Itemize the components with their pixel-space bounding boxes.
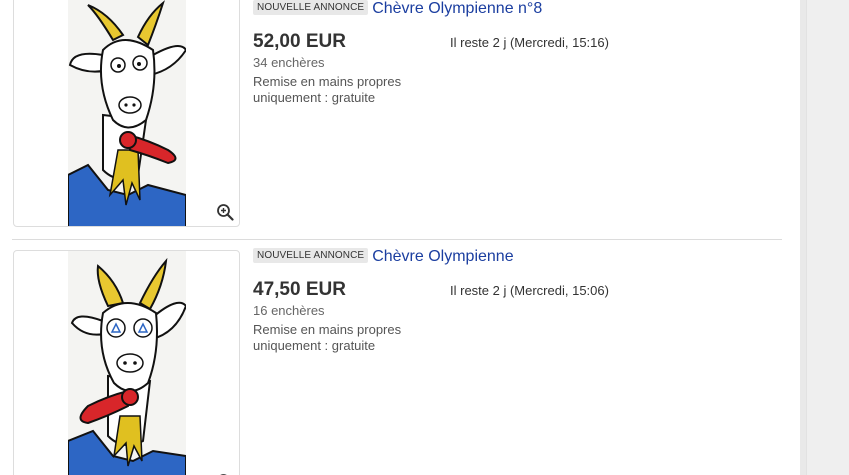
- pickup-line-2: uniquement : gratuite: [253, 90, 376, 105]
- listing-price: 52,00 EUR: [253, 31, 346, 52]
- pickup-info: Remise en mains propres uniquement : gra…: [253, 74, 443, 106]
- listing-title-row: NOUVELLE ANNONCE Chèvre Olympienne: [253, 248, 514, 266]
- listing-price: 47,50 EUR: [253, 279, 346, 300]
- listing-title-row: NOUVELLE ANNONCE Chèvre Olympienne n°8: [253, 0, 542, 18]
- scroll-area[interactable]: [806, 0, 849, 475]
- time-left: Il reste 2 j (Mercredi, 15:16): [450, 35, 609, 50]
- listing-item: NOUVELLE ANNONCE Chèvre Olympienne 47,50 …: [0, 248, 790, 475]
- page-side-gutter: [800, 0, 849, 475]
- new-listing-badge: NOUVELLE ANNONCE: [253, 248, 369, 263]
- zoom-in-icon[interactable]: [216, 203, 234, 221]
- listing-title-link[interactable]: Chèvre Olympienne n°8: [372, 0, 542, 18]
- goat-drawing-image: [68, 251, 186, 475]
- bid-count: 34 enchères: [253, 55, 325, 70]
- pickup-info: Remise en mains propres uniquement : gra…: [253, 322, 443, 354]
- listing-item: NOUVELLE ANNONCE Chèvre Olympienne n°8 52…: [0, 0, 790, 240]
- listing-thumbnail[interactable]: [13, 0, 240, 227]
- bid-count: 16 enchères: [253, 303, 325, 318]
- new-listing-badge: NOUVELLE ANNONCE: [253, 0, 369, 15]
- goat-drawing-image: [68, 0, 186, 226]
- listing-title-link[interactable]: Chèvre Olympienne: [372, 248, 513, 266]
- listing-thumbnail[interactable]: [13, 250, 240, 475]
- pickup-line-1: Remise en mains propres: [253, 322, 402, 337]
- search-results-list: NOUVELLE ANNONCE Chèvre Olympienne n°8 52…: [0, 0, 800, 475]
- time-left: Il reste 2 j (Mercredi, 15:06): [450, 283, 609, 298]
- pickup-line-2: uniquement : gratuite: [253, 338, 376, 353]
- pickup-line-1: Remise en mains propres: [253, 74, 402, 89]
- listing-divider: [12, 239, 782, 240]
